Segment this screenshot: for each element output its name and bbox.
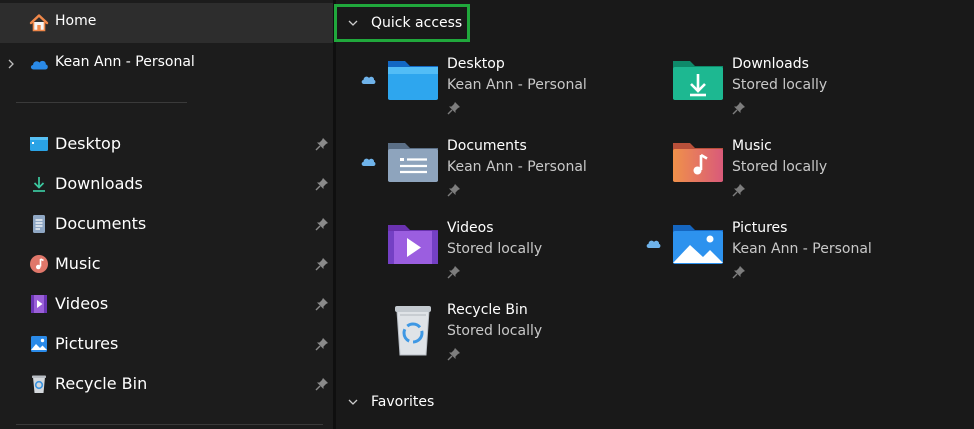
item-location: Kean Ann - Personal <box>447 77 587 93</box>
videos-icon <box>29 294 49 314</box>
documents-icon <box>29 214 49 234</box>
music-icon <box>29 254 49 274</box>
quick-access-item-music[interactable]: Music Stored locally <box>645 138 935 215</box>
sidebar-divider <box>16 424 323 425</box>
pictures-folder-icon <box>670 221 726 267</box>
sidebar-item-onedrive[interactable]: Kean Ann - Personal <box>0 44 333 84</box>
sidebar-item-recycle-bin[interactable]: Recycle Bin <box>0 364 333 404</box>
recycle-bin-icon <box>385 303 441 356</box>
chevron-right-icon[interactable] <box>4 57 18 71</box>
sidebar-item-videos[interactable]: Videos <box>0 284 333 324</box>
pin-icon[interactable] <box>314 296 330 312</box>
item-title: Videos <box>447 220 494 236</box>
sidebar-item-label: Desktop <box>55 134 121 153</box>
item-title: Desktop <box>447 56 505 72</box>
desktop-folder-icon <box>29 134 49 154</box>
chevron-down-icon <box>346 16 360 30</box>
sidebar-item-label: Downloads <box>55 174 143 193</box>
pin-icon[interactable] <box>314 336 330 352</box>
documents-folder-icon <box>385 139 441 185</box>
sidebar-item-label: Videos <box>55 294 109 313</box>
sidebar-item-label: Music <box>55 254 101 273</box>
section-label: Quick access <box>371 15 463 31</box>
sidebar-item-label: Home <box>55 13 97 29</box>
item-title: Documents <box>447 138 527 154</box>
item-title: Downloads <box>732 56 809 72</box>
item-location: Stored locally <box>732 77 828 93</box>
pin-icon <box>447 100 461 115</box>
recycle-bin-icon <box>29 374 49 394</box>
content-pane: Quick access Desktop Kean Ann - Personal <box>334 0 974 429</box>
pin-icon <box>732 182 746 197</box>
sidebar-item-pictures[interactable]: Pictures <box>0 324 333 364</box>
downloads-folder-icon <box>670 57 726 103</box>
onedrive-cloud-icon <box>29 54 49 74</box>
item-location: Kean Ann - Personal <box>447 159 587 175</box>
sidebar-item-documents[interactable]: Documents <box>0 204 333 244</box>
sidebar-divider <box>16 102 187 103</box>
item-location: Stored locally <box>732 159 828 175</box>
item-location: Stored locally <box>447 323 543 339</box>
quick-access-header[interactable]: Quick access <box>334 4 470 42</box>
section-label: Favorites <box>371 394 435 410</box>
navigation-pane: Home Kean Ann - Personal Desktop Downloa… <box>0 0 333 429</box>
cloud-status-icon <box>645 234 661 248</box>
sidebar-item-label: Recycle Bin <box>55 374 148 393</box>
chevron-down-icon <box>346 395 360 409</box>
pin-icon[interactable] <box>314 256 330 272</box>
download-arrow-icon <box>29 174 49 194</box>
quick-access-item-downloads[interactable]: Downloads Stored locally <box>645 56 935 133</box>
item-location: Stored locally <box>447 241 543 257</box>
pin-icon <box>447 182 461 197</box>
quick-access-item-documents[interactable]: Documents Kean Ann - Personal <box>360 138 650 215</box>
pin-icon <box>447 346 461 361</box>
cloud-status-icon <box>360 70 376 84</box>
quick-access-item-videos[interactable]: Videos Stored locally <box>360 220 650 297</box>
cloud-status-icon <box>360 152 376 166</box>
pin-icon <box>732 264 746 279</box>
videos-folder-icon <box>385 221 441 267</box>
home-icon <box>29 13 49 33</box>
pictures-icon <box>29 334 49 354</box>
sidebar-item-label: Pictures <box>55 334 119 353</box>
pin-icon <box>447 264 461 279</box>
quick-access-item-pictures[interactable]: Pictures Kean Ann - Personal <box>645 220 935 297</box>
quick-access-item-desktop[interactable]: Desktop Kean Ann - Personal <box>360 56 650 133</box>
pin-icon[interactable] <box>314 176 330 192</box>
item-title: Music <box>732 138 772 154</box>
sidebar-item-desktop[interactable]: Desktop <box>0 124 333 164</box>
pin-icon <box>732 100 746 115</box>
desktop-folder-icon <box>385 57 441 103</box>
quick-access-item-recycle-bin[interactable]: Recycle Bin Stored locally <box>360 302 650 379</box>
item-title: Recycle Bin <box>447 302 528 318</box>
sidebar-item-label: Kean Ann - Personal <box>55 54 195 70</box>
pin-icon[interactable] <box>314 216 330 232</box>
sidebar-item-label: Documents <box>55 214 147 233</box>
favorites-header[interactable]: Favorites <box>346 392 434 412</box>
sidebar-item-music[interactable]: Music <box>0 244 333 284</box>
pin-icon[interactable] <box>314 376 330 392</box>
sidebar-item-downloads[interactable]: Downloads <box>0 164 333 204</box>
item-title: Pictures <box>732 220 788 236</box>
sidebar-item-home[interactable]: Home <box>0 3 333 43</box>
pin-icon[interactable] <box>314 136 330 152</box>
item-location: Kean Ann - Personal <box>732 241 872 257</box>
music-folder-icon <box>670 139 726 185</box>
